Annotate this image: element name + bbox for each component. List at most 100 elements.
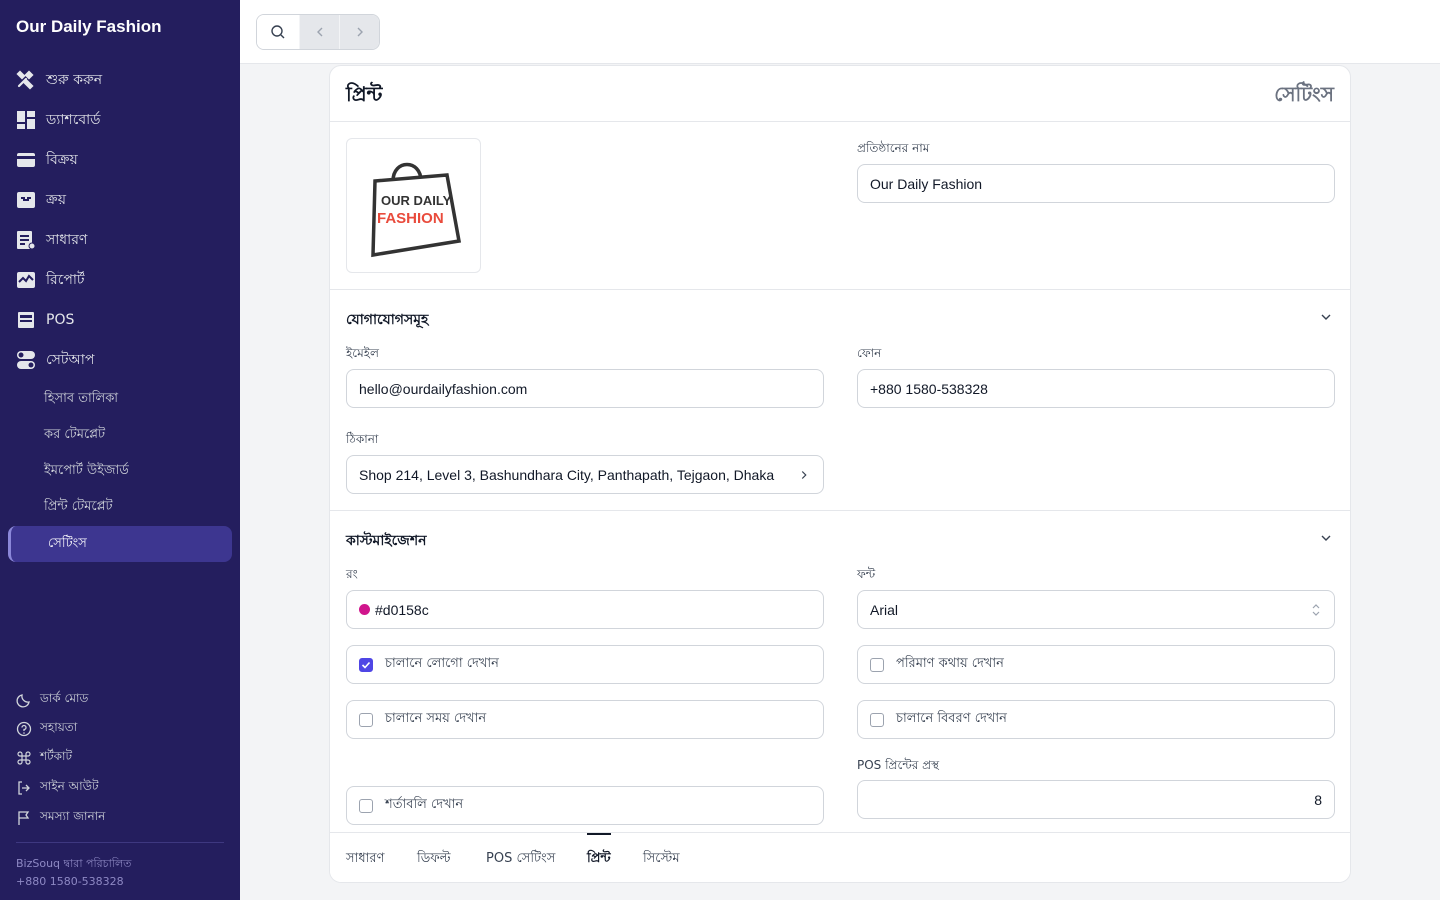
shortcuts-button[interactable]: শর্টকাট <box>16 747 72 769</box>
show-time-checkbox-row[interactable]: চালানে সময় দেখান <box>346 700 824 739</box>
help-button[interactable]: সহায়তা <box>16 718 77 740</box>
font-select[interactable]: Arial <box>857 590 1335 629</box>
phone-field[interactable]: +880 1580-538328 <box>857 369 1335 408</box>
company-logo: OUR DAILY FASHION <box>371 162 462 258</box>
email-field[interactable]: hello@ourdailyfashion.com <box>346 369 824 408</box>
sidebar-nav: শুরু করুন ড্যাশবোর্ড বিক্রয় ক্রয় সাধার… <box>0 60 240 380</box>
show-terms-checkbox-row[interactable]: শর্তাবলি দেখান <box>346 786 824 825</box>
sidebar-item-label: POS <box>46 312 75 328</box>
show-description-label: চালানে বিবরণ দেখান <box>896 711 1007 726</box>
search-button[interactable] <box>257 15 299 49</box>
show-time-label: চালানে সময় দেখান <box>385 711 487 726</box>
card-header: প্রিন্ট সেটিংস <box>330 66 1350 122</box>
help-label: সহায়তা <box>40 720 78 734</box>
forward-button[interactable] <box>339 15 379 49</box>
sidebar-item-label: সাধারণ <box>46 232 88 248</box>
logo-upload[interactable]: OUR DAILY FASHION <box>346 138 481 273</box>
address-field[interactable]: Shop 214, Level 3, Bashundhara City, Pan… <box>346 455 824 494</box>
show-amount-words-label: পরিমাণ কথায় দেখান <box>896 656 1004 671</box>
logo-text-bottom: FASHION <box>377 210 444 227</box>
page-section-title: সেটিংস <box>1274 82 1334 106</box>
sidebar-subitem-chart-of-accounts[interactable]: হিসাব তালিকা <box>8 381 232 417</box>
show-description-checkbox[interactable] <box>870 712 884 727</box>
sign-out-button[interactable]: সাইন আউট <box>16 777 99 799</box>
tools-icon <box>16 70 36 90</box>
sidebar-item-label: বিক্রয় <box>46 152 78 168</box>
sign-out-label: সাইন আউট <box>40 779 99 793</box>
tab-general[interactable]: সাধারণ <box>346 833 384 882</box>
toolbar-group <box>256 14 380 50</box>
sidebar-item-label: ড্যাশবোর্ড <box>46 112 101 128</box>
sidebar-item-get-started[interactable]: শুরু করুন <box>0 60 240 100</box>
inbox-icon <box>16 190 36 210</box>
sidebar-item-pos[interactable]: POS <box>0 300 240 340</box>
chevron-left-icon <box>316 27 322 37</box>
sidebar-item-dashboard[interactable]: ড্যাশবোর্ড <box>0 100 240 140</box>
show-time-checkbox[interactable] <box>359 712 373 727</box>
dark-mode-button[interactable]: ডার্ক মোড <box>16 689 88 711</box>
sidebar-subitem-tax-template[interactable]: কর টেমপ্লেট <box>8 417 232 453</box>
search-icon <box>271 25 285 39</box>
show-description-checkbox-row[interactable]: চালানে বিবরণ দেখান <box>857 700 1335 739</box>
list-icon <box>16 230 36 250</box>
report-issue-button[interactable]: সমস্যা জানান <box>16 807 105 829</box>
sidebar-item-general[interactable]: সাধারণ <box>0 220 240 260</box>
sidebar-divider <box>16 842 224 843</box>
logout-icon <box>18 781 30 795</box>
show-logo-checkbox[interactable] <box>359 657 373 672</box>
sidebar-item-label: শুরু করুন <box>46 72 103 88</box>
settings-tabs: সাধারণ ডিফল্ট POS সেটিংস প্রিন্ট সিস্টেম <box>330 832 1350 882</box>
chevron-right-icon <box>801 471 807 479</box>
tab-pos-settings[interactable]: POS সেটিংস <box>486 833 555 882</box>
settings-card: প্রিন্ট সেটিংস OUR DAILY FASHION প্রতিষ্… <box>329 65 1351 883</box>
powered-by: BizSouq দ্বারা পরিচালিত +880 1580-538328 <box>16 855 131 891</box>
color-picker-field[interactable]: #d0158c <box>346 590 824 629</box>
chevron-down-icon[interactable] <box>1318 530 1334 546</box>
show-terms-label: শর্তাবলি দেখান <box>385 797 464 812</box>
flag-icon <box>18 811 30 825</box>
show-logo-checkbox-row[interactable]: চালানে লোগো দেখান <box>346 645 824 684</box>
sidebar-item-label: ক্রয় <box>46 192 66 208</box>
font-value: Arial <box>870 601 899 618</box>
report-issue-label: সমস্যা জানান <box>40 809 106 823</box>
select-arrows-icon <box>1312 604 1320 616</box>
tab-system[interactable]: সিস্টেম <box>643 833 680 882</box>
tab-print[interactable]: প্রিন্ট <box>587 833 611 882</box>
brand-name: Our Daily Fashion <box>16 17 162 36</box>
tab-defaults[interactable]: ডিফল্ট <box>417 833 451 882</box>
show-amount-words-checkbox-row[interactable]: পরিমাণ কথায় দেখান <box>857 645 1335 684</box>
sidebar-item-sales[interactable]: বিক্রয় <box>0 140 240 180</box>
show-logo-label: চালানে লোগো দেখান <box>385 656 499 671</box>
sidebar: Our Daily Fashion শুরু করুন ড্যাশবোর্ড ব… <box>0 0 240 900</box>
customization-section-title: কাস্টমাইজেশন <box>346 533 427 549</box>
sidebar-item-purchase[interactable]: ক্রয় <box>0 180 240 220</box>
dashboard-icon <box>16 110 36 130</box>
support-phone: +880 1580-538328 <box>16 875 124 888</box>
command-icon <box>17 751 31 765</box>
sidebar-subitem-import-wizard[interactable]: ইমপোর্ট উইজার্ড <box>8 453 232 489</box>
pos-icon <box>16 310 36 330</box>
show-terms-checkbox[interactable] <box>359 798 373 813</box>
font-label: ফন্ট <box>857 567 876 581</box>
phone-label: ফোন <box>857 346 882 360</box>
contacts-section-title: যোগাযোগসমূহ <box>346 312 429 328</box>
help-icon <box>16 721 32 737</box>
sidebar-subitem-settings[interactable]: সেটিংস <box>8 526 232 562</box>
chevron-down-icon[interactable] <box>1318 309 1334 325</box>
chevron-right-icon <box>357 27 363 37</box>
pos-width-input[interactable]: 8 <box>857 780 1335 819</box>
sidebar-item-reports[interactable]: রিপোর্ট <box>0 260 240 300</box>
divider <box>330 289 1350 290</box>
sidebar-subitem-print-template[interactable]: প্রিন্ট টেমপ্লেট <box>8 489 232 525</box>
shortcuts-label: শর্টকাট <box>40 749 73 763</box>
company-name-input[interactable]: Our Daily Fashion <box>857 164 1335 203</box>
sidebar-item-setup[interactable]: সেটআপ <box>0 340 240 380</box>
dark-mode-label: ডার্ক মোড <box>40 691 89 705</box>
divider <box>330 510 1350 511</box>
pos-width-label: POS প্রিন্টের প্রস্থ <box>857 758 940 772</box>
sidebar-item-label: রিপোর্ট <box>46 272 85 288</box>
moon-icon <box>16 694 30 708</box>
company-name-label: প্রতিষ্ঠানের নাম <box>857 141 930 155</box>
show-amount-words-checkbox[interactable] <box>870 657 884 672</box>
back-button[interactable] <box>299 15 339 49</box>
